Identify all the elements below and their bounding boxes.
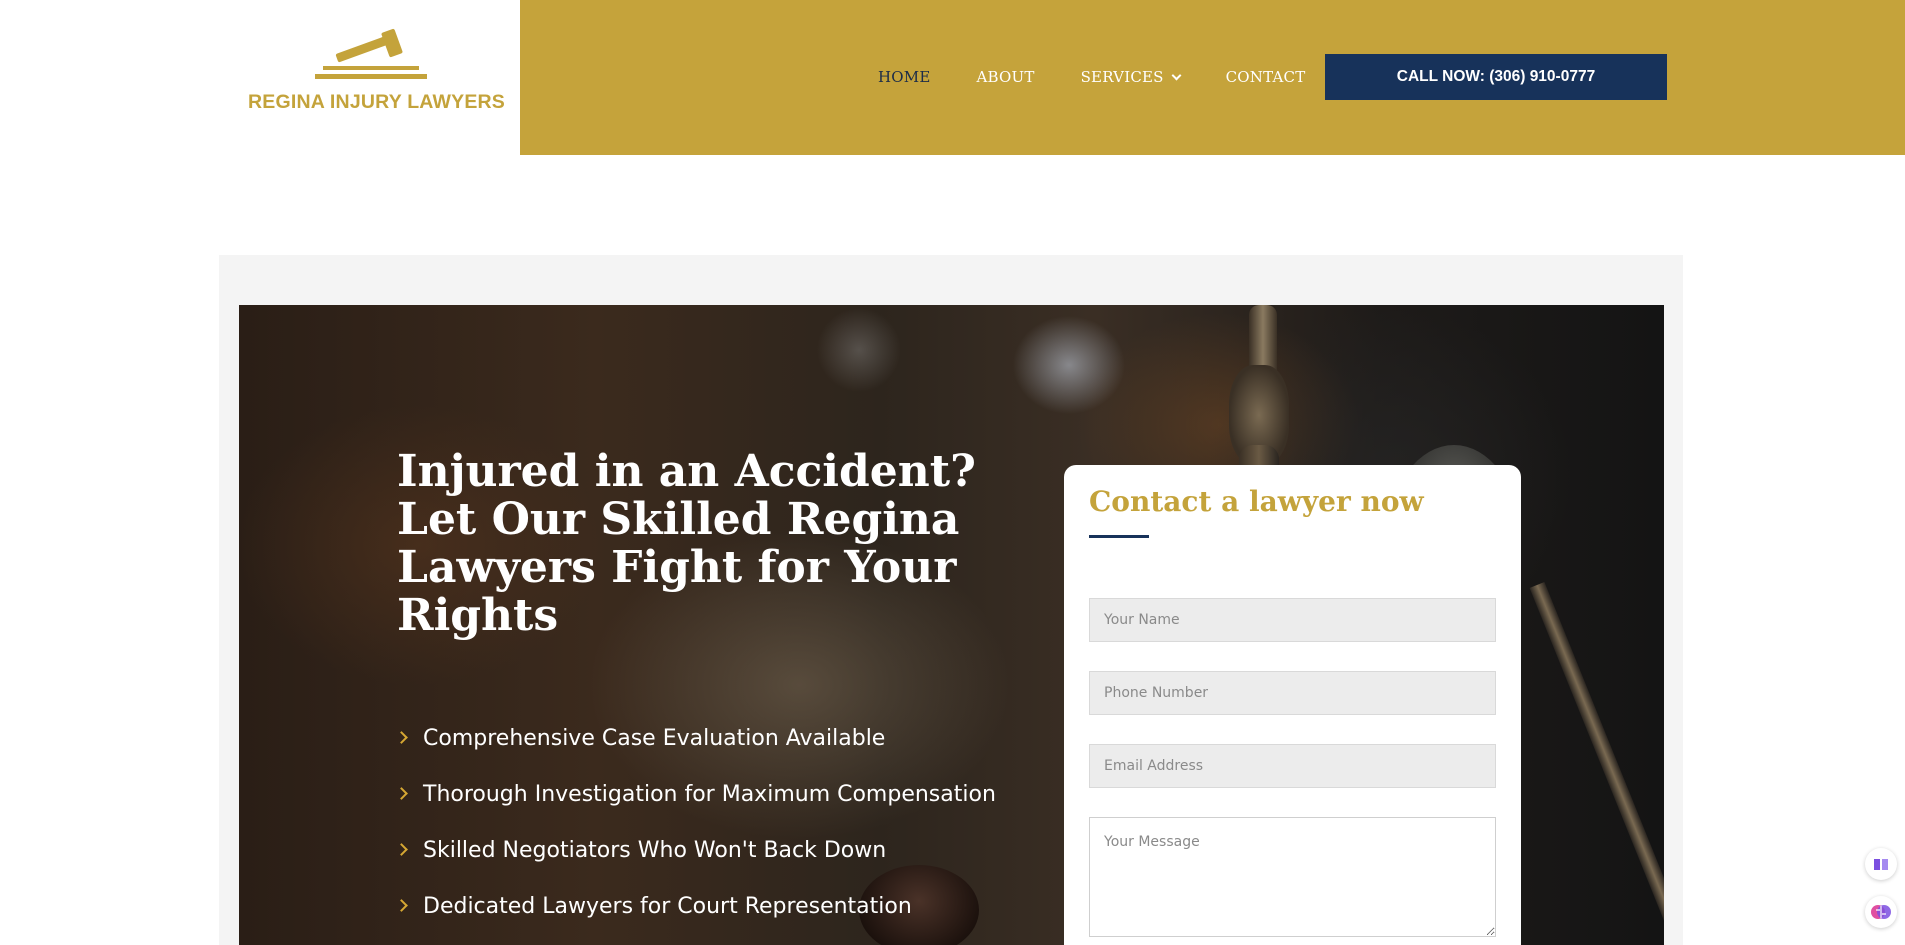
phone-field[interactable] — [1089, 671, 1496, 715]
nav-about[interactable]: ABOUT — [977, 68, 1035, 86]
benefit-item: Skilled Negotiators Who Won't Back Down — [395, 822, 996, 878]
nav-services[interactable]: SERVICES — [1080, 68, 1182, 86]
logo-text: REGINA INJURY LAWYERS — [248, 91, 506, 113]
logo[interactable]: REGINA INJURY LAWYERS — [0, 0, 520, 155]
chevron-right-icon — [395, 786, 408, 800]
title-underline — [1089, 535, 1149, 538]
message-field[interactable] — [1089, 817, 1496, 937]
benefit-item: Thorough Investigation for Maximum Compe… — [395, 766, 996, 822]
form-title: Contact a lawyer now — [1089, 485, 1424, 518]
hero-title: Injured in an Accident? Let Our Skilled … — [397, 446, 976, 641]
main-nav: HOME ABOUT SERVICES CONTACT — [878, 68, 1351, 86]
email-field[interactable] — [1089, 744, 1496, 788]
gavel-icon — [315, 28, 427, 79]
contact-form: Contact a lawyer now — [1064, 465, 1521, 945]
chevron-right-icon — [395, 898, 408, 912]
nav-home[interactable]: HOME — [878, 68, 931, 86]
brain-icon — [1871, 905, 1891, 919]
ai-widget[interactable] — [1865, 896, 1897, 928]
nav-services-label: SERVICES — [1080, 68, 1164, 86]
chevron-right-icon — [395, 730, 408, 744]
chevron-right-icon — [395, 842, 408, 856]
chevron-down-icon — [1171, 70, 1182, 80]
book-icon — [1874, 859, 1888, 870]
benefit-item: Comprehensive Case Evaluation Available — [395, 710, 996, 766]
benefit-text: Dedicated Lawyers for Court Representati… — [423, 893, 912, 919]
nav-contact[interactable]: CONTACT — [1226, 68, 1306, 86]
benefits-list: Comprehensive Case Evaluation Available … — [395, 710, 996, 934]
benefit-text: Skilled Negotiators Who Won't Back Down — [423, 837, 887, 863]
call-now-button[interactable]: CALL NOW: (306) 910-0777 — [1325, 54, 1667, 100]
reader-widget[interactable] — [1865, 848, 1897, 880]
benefit-text: Thorough Investigation for Maximum Compe… — [423, 781, 996, 807]
statue-scale-staff — [1529, 582, 1664, 945]
benefit-item: Dedicated Lawyers for Court Representati… — [395, 878, 996, 934]
benefit-text: Comprehensive Case Evaluation Available — [423, 725, 886, 751]
name-field[interactable] — [1089, 598, 1496, 642]
site-header: REGINA INJURY LAWYERS HOME ABOUT SERVICE… — [0, 0, 1905, 155]
